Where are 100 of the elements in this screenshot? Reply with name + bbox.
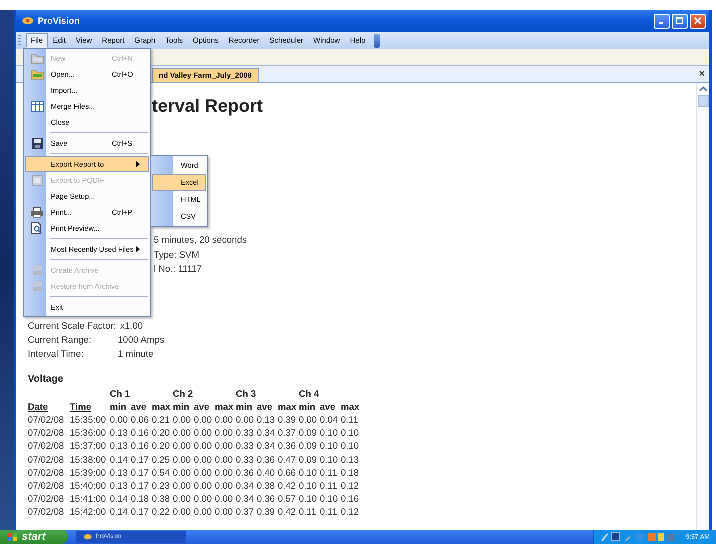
column-header: ave <box>131 402 147 412</box>
column-header: max <box>341 402 360 412</box>
table-cell: 0.20 <box>152 428 170 438</box>
column-header: ave <box>320 402 336 412</box>
table-cell: 0.10 <box>341 441 360 452</box>
table-cell: 0.42 <box>278 506 296 517</box>
table-cell: 0.12 <box>341 506 360 517</box>
table-cell: 0.13 <box>110 441 128 452</box>
table-cell: 0.17 <box>131 454 150 465</box>
table-cell: 0.34 <box>257 441 276 452</box>
table-cell: 07/02/08 <box>28 441 64 452</box>
table-cell: 0.00 <box>215 480 234 491</box>
setting-label: Interval Time: <box>28 348 85 360</box>
table-cell: 0.09 <box>299 454 318 465</box>
table-cell: 15:36:00 <box>70 428 106 438</box>
table-cell: 0.00 <box>173 480 192 491</box>
column-header: Time <box>70 402 92 412</box>
toolbar-options-icon[interactable] <box>374 34 380 48</box>
table-cell: 0.57 <box>278 494 296 504</box>
folder-icon <box>30 52 44 64</box>
document-icon <box>32 174 42 186</box>
table-cell: 0.00 <box>215 428 234 438</box>
table-cell: 0.09 <box>299 428 318 438</box>
table-cell: 0.00 <box>194 480 212 491</box>
column-header: max <box>215 402 234 412</box>
scroll-thumb[interactable] <box>698 95 708 107</box>
column-header: min <box>173 402 190 412</box>
table-cell: 0.54 <box>152 468 170 478</box>
app-logo-icon <box>22 17 34 25</box>
minimize-button[interactable] <box>654 14 670 28</box>
table-cell: 0.23 <box>152 480 170 491</box>
table-cell: 0.00 <box>215 494 234 504</box>
close-icon <box>694 17 702 25</box>
setting-label: Current Scale Factor: <box>28 320 116 332</box>
tab-close-button[interactable]: × <box>699 68 709 80</box>
table-cell: 0.38 <box>257 480 276 491</box>
table-cell: 0.12 <box>341 480 360 491</box>
table-cell: 0.25 <box>152 454 170 465</box>
table-cell: 0.16 <box>131 441 150 452</box>
gripper-icon <box>18 35 21 46</box>
table-cell: 0.36 <box>257 454 276 465</box>
archive-icon <box>32 264 42 276</box>
table-cell: 0.00 <box>110 415 128 426</box>
setting-value: 1 minute <box>118 348 154 360</box>
maximize-button[interactable] <box>672 14 688 28</box>
table-cell: 0.00 <box>173 454 192 465</box>
table-cell: 0.37 <box>278 428 296 438</box>
table-cell: 0.00 <box>194 494 212 504</box>
start-button[interactable]: start <box>0 530 68 544</box>
table-cell: 0.00 <box>215 415 234 426</box>
setting-label: Current Range: <box>28 334 93 346</box>
table-cell: 0.10 <box>299 494 318 504</box>
table-cell: 0.17 <box>131 468 150 478</box>
table-cell: 0.18 <box>131 494 150 504</box>
close-button[interactable] <box>690 14 706 28</box>
table-cell: 0.11 <box>341 415 358 426</box>
column-header: min <box>299 402 316 412</box>
table-cell: 0.47 <box>278 454 296 465</box>
setting-value: x1.00 <box>120 320 144 332</box>
table-cell: 0.13 <box>341 454 360 465</box>
table-cell: 0.20 <box>152 441 170 452</box>
maximize-icon <box>676 17 684 25</box>
table-cell: 0.00 <box>173 441 192 452</box>
column-header: min <box>110 402 127 412</box>
table-cell: 07/02/08 <box>28 428 64 438</box>
table-cell: 0.00 <box>173 506 192 517</box>
table-cell: 0.33 <box>236 454 254 465</box>
table-cell: 0.13 <box>110 480 128 491</box>
table-cell: 0.16 <box>131 428 150 438</box>
table-cell: 0.00 <box>215 454 234 465</box>
table-cell: 0.16 <box>341 494 360 504</box>
table-cell: 07/02/08 <box>28 480 64 491</box>
table-cell: 0.00 <box>194 415 212 426</box>
table-cell: 0.06 <box>131 415 150 426</box>
table-cell: 0.04 <box>320 415 338 426</box>
table-cell: 15:37:00 <box>70 441 106 452</box>
table-cell: 0.09 <box>299 441 318 452</box>
channel-header: Ch 2 <box>173 389 194 400</box>
table-cell: 0.66 <box>278 468 296 478</box>
table-cell: 0.22 <box>152 506 170 517</box>
table-cell: 0.17 <box>131 480 150 491</box>
table-cell: 0.00 <box>173 415 192 426</box>
table-cell: 0.36 <box>236 468 254 478</box>
table-cell: 0.10 <box>341 428 360 438</box>
table-cell: 0.17 <box>131 506 150 517</box>
table-cell: 15:42:00 <box>70 506 106 517</box>
window-title: ProVision <box>38 16 80 26</box>
table-cell: 0.33 <box>236 441 254 452</box>
table-cell: 07/02/08 <box>28 506 64 517</box>
table-cell: 0.21 <box>152 415 170 426</box>
table-cell: 0.36 <box>278 441 296 452</box>
scroll-up-icon[interactable] <box>698 86 708 92</box>
table-cell: 0.10 <box>320 428 338 438</box>
vertical-scrollbar[interactable] <box>696 83 709 530</box>
table-cell: 0.00 <box>194 468 212 478</box>
table-cell: 15:41:00 <box>70 494 106 504</box>
table-cell: 0.11 <box>320 480 338 491</box>
table-cell: 0.11 <box>320 506 338 517</box>
table-cell: 0.00 <box>173 494 192 504</box>
table-cell: 0.39 <box>257 506 276 517</box>
